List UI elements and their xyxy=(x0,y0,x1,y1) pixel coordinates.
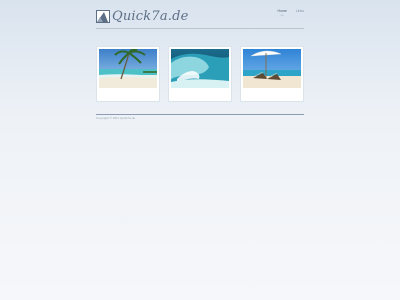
gallery-card-wave[interactable] xyxy=(168,46,232,102)
main-nav: Home ss Links xyxy=(277,9,304,17)
palm-beach-image xyxy=(99,49,157,88)
beach-umbrella-image xyxy=(243,49,301,88)
site-header: Quick7a.de Home ss Links xyxy=(96,0,304,29)
image-gallery xyxy=(96,46,304,102)
ocean-wave-image xyxy=(171,49,229,88)
site-logo[interactable]: Quick7a.de xyxy=(96,10,189,23)
nav-item-links[interactable]: Links xyxy=(296,9,304,17)
nav-item-links-label: Links xyxy=(295,9,304,13)
copyright-text: Copyright © 2011 Quick7a.de xyxy=(96,116,136,120)
nav-item-home-sub: ss xyxy=(280,13,284,17)
logo-icon xyxy=(96,10,110,23)
nav-item-home[interactable]: Home ss xyxy=(277,9,286,17)
logo-text: Quick7a.de xyxy=(112,9,189,24)
page-container: Quick7a.de Home ss Links Copyright © 201… xyxy=(96,0,304,120)
gallery-card-umbrella[interactable] xyxy=(240,46,304,102)
gallery-card-palm[interactable] xyxy=(96,46,160,102)
footer-divider xyxy=(96,114,304,115)
